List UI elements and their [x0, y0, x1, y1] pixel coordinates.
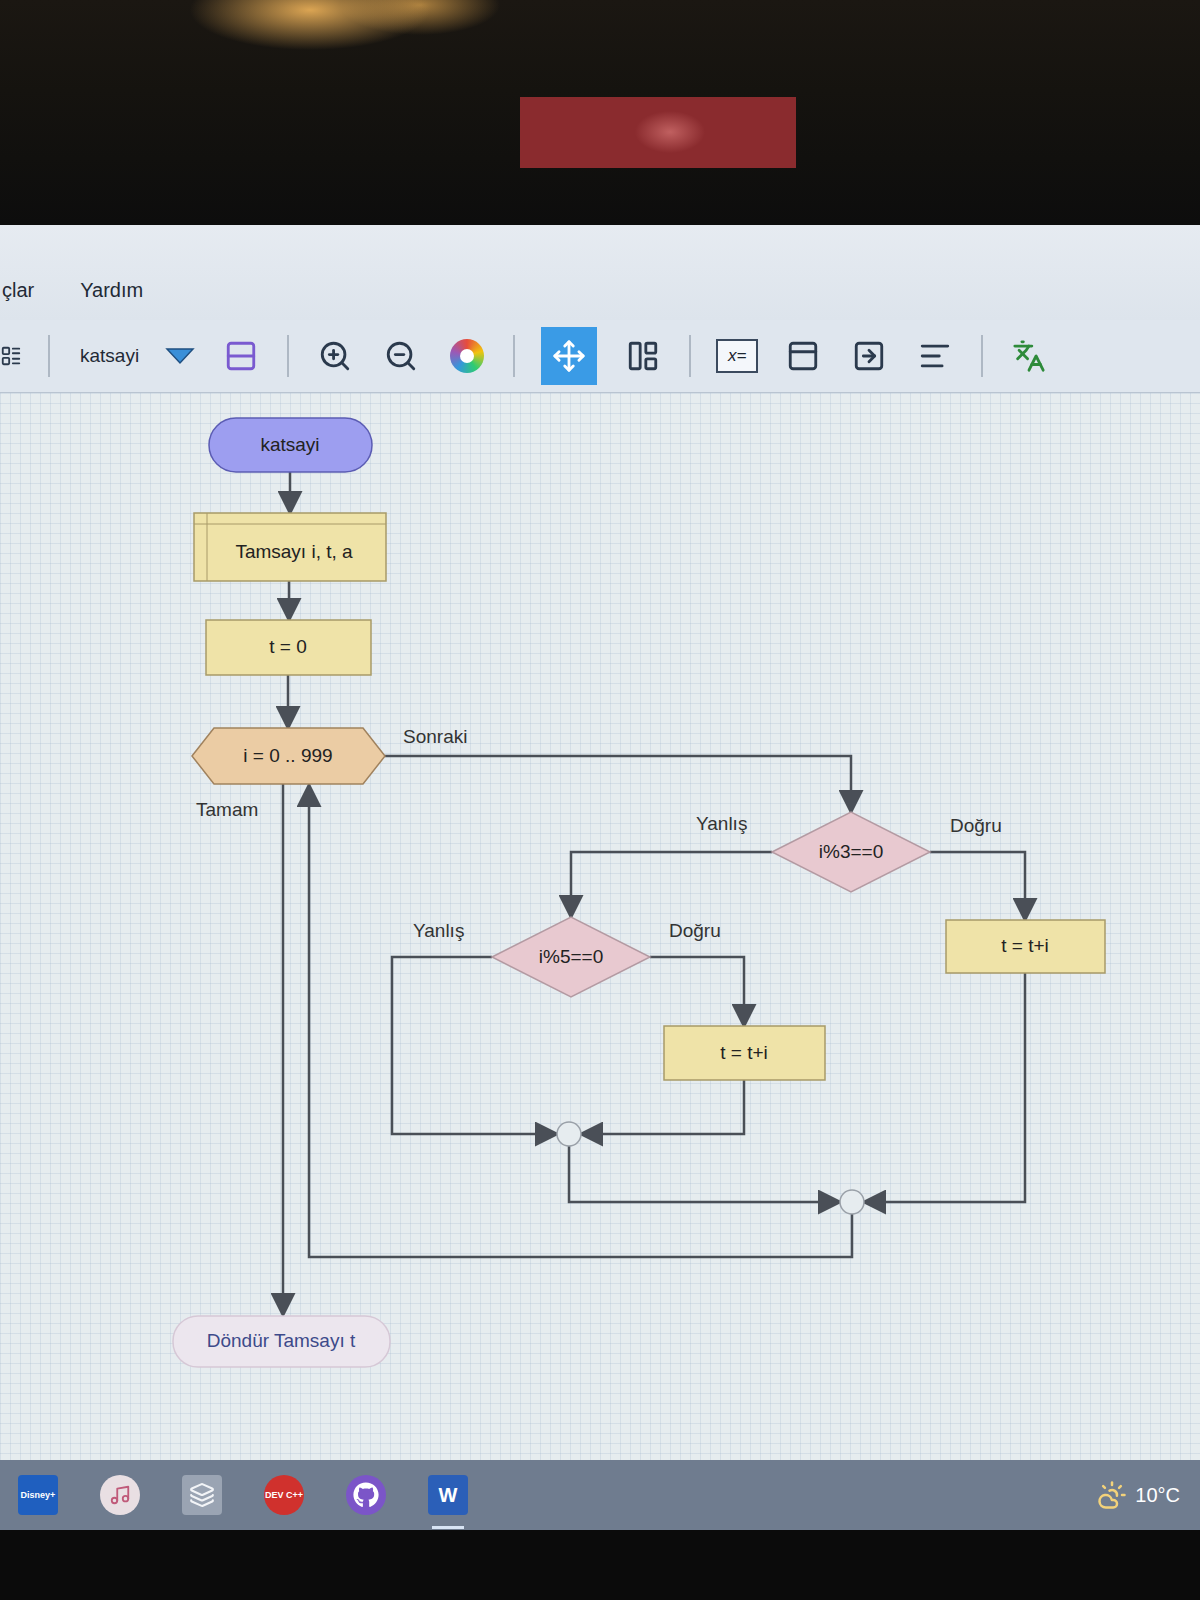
menu-bar: çlar Yardım	[0, 225, 1200, 320]
outer-true-label: Doğru	[950, 815, 1002, 836]
outer-assign-label: t = t+i	[1001, 935, 1049, 956]
flowchart[interactable]: katsayi Tamsayı i, t, a t = 0 i = 0 .. 999 S…	[0, 393, 1200, 1460]
declare-node[interactable]: Tamsayı i, t, a	[194, 513, 386, 581]
next-label: Sonraki	[403, 726, 467, 747]
toolbar-button[interactable]	[315, 336, 355, 376]
outer-decision-node[interactable]: i%3==0	[772, 812, 930, 892]
monitor-bottom	[0, 1530, 1200, 1600]
view-button[interactable]	[0, 336, 22, 376]
toolbar: katsayi x=	[0, 320, 1200, 393]
shape-icon	[224, 339, 258, 373]
function-select[interactable]: katsayi	[80, 345, 139, 367]
toolbar-button[interactable]	[221, 336, 261, 376]
return-label: Döndür Tamsayı t	[207, 1330, 356, 1351]
photo-of-screen: çlar Yardım katsayi x= katsayi Tamsayı i, t, …	[0, 0, 1200, 1600]
view-icon	[0, 343, 22, 369]
monitor-bezel	[0, 0, 1200, 225]
output-icon	[786, 339, 820, 373]
inner-false-label: Yanlış	[413, 920, 464, 941]
done-label: Tamam	[196, 799, 258, 820]
loop-node[interactable]: i = 0 .. 999	[192, 728, 385, 784]
weather-icon	[1097, 1480, 1127, 1510]
toolbar-button[interactable]	[541, 327, 597, 385]
outer-false-label: Yanlış	[696, 813, 747, 834]
move-icon	[552, 339, 586, 373]
color-wheel-icon	[450, 339, 484, 373]
start-label: katsayi	[260, 434, 319, 455]
separator	[513, 335, 515, 377]
canvas[interactable]: katsayi Tamsayı i, t, a t = 0 i = 0 .. 999 S…	[0, 393, 1200, 1460]
inner-true-label: Doğru	[669, 920, 721, 941]
inner-condition: i%5==0	[539, 946, 603, 967]
toolbar-button[interactable]	[915, 336, 955, 376]
layout-icon	[626, 339, 660, 373]
taskbar-app[interactable]	[346, 1475, 386, 1515]
inner-decision-node[interactable]: i%5==0	[492, 917, 650, 997]
taskbar-app[interactable]	[182, 1475, 222, 1515]
assign-icon: x=	[716, 339, 758, 373]
translate-icon	[1012, 339, 1046, 373]
toolbar-button[interactable]	[783, 336, 823, 376]
zoom-in-icon	[318, 339, 352, 373]
toolbar-button[interactable]	[1009, 336, 1049, 376]
assign-node[interactable]: t = 0	[206, 620, 371, 675]
weather[interactable]: 10°C	[1097, 1480, 1180, 1510]
tape	[520, 97, 796, 168]
outer-assign-node[interactable]: t = t+i	[946, 920, 1105, 973]
toolbar-button[interactable]	[623, 336, 663, 376]
screen: çlar Yardım katsayi x= katsayi Tamsayı i, t, …	[0, 225, 1200, 1530]
app-icon	[353, 1482, 379, 1508]
inner-assign-label: t = t+i	[720, 1042, 768, 1063]
declare-label: Tamsayı i, t, a	[235, 541, 353, 562]
return-node[interactable]: Döndür Tamsayı t	[173, 1316, 390, 1367]
toolbar-button[interactable]	[447, 336, 487, 376]
menu-item[interactable]: Yardım	[80, 279, 143, 302]
merge-point	[557, 1122, 581, 1146]
app-icon	[109, 1484, 131, 1506]
loop-label: i = 0 .. 999	[243, 745, 332, 766]
start-node[interactable]: katsayi	[209, 418, 372, 472]
taskbar-app[interactable]	[100, 1475, 140, 1515]
outer-condition: i%3==0	[819, 841, 883, 862]
separator	[689, 335, 691, 377]
zoom-out-icon	[384, 339, 418, 373]
app-icon	[189, 1482, 215, 1508]
taskbar-app[interactable]: W	[428, 1475, 468, 1515]
connectors	[0, 393, 1025, 1313]
separator	[48, 335, 50, 377]
menu-item[interactable]: çlar	[2, 279, 34, 302]
separator	[287, 335, 289, 377]
taskbar: Disney+ DEV C++ W 10°C	[0, 1460, 1200, 1530]
taskbar-app[interactable]: Disney+	[18, 1475, 58, 1515]
taskbar-app[interactable]: DEV C++	[264, 1475, 304, 1515]
merge-point	[840, 1190, 864, 1214]
assign-label: t = 0	[269, 636, 307, 657]
dropdown-icon[interactable]	[165, 347, 195, 365]
toolbar-button[interactable]	[849, 336, 889, 376]
toolbar-button[interactable]	[381, 336, 421, 376]
input-icon	[852, 339, 886, 373]
call-icon	[918, 339, 952, 373]
separator	[981, 335, 983, 377]
toolbar-button[interactable]: x=	[717, 336, 757, 376]
inner-assign-node[interactable]: t = t+i	[664, 1026, 825, 1080]
